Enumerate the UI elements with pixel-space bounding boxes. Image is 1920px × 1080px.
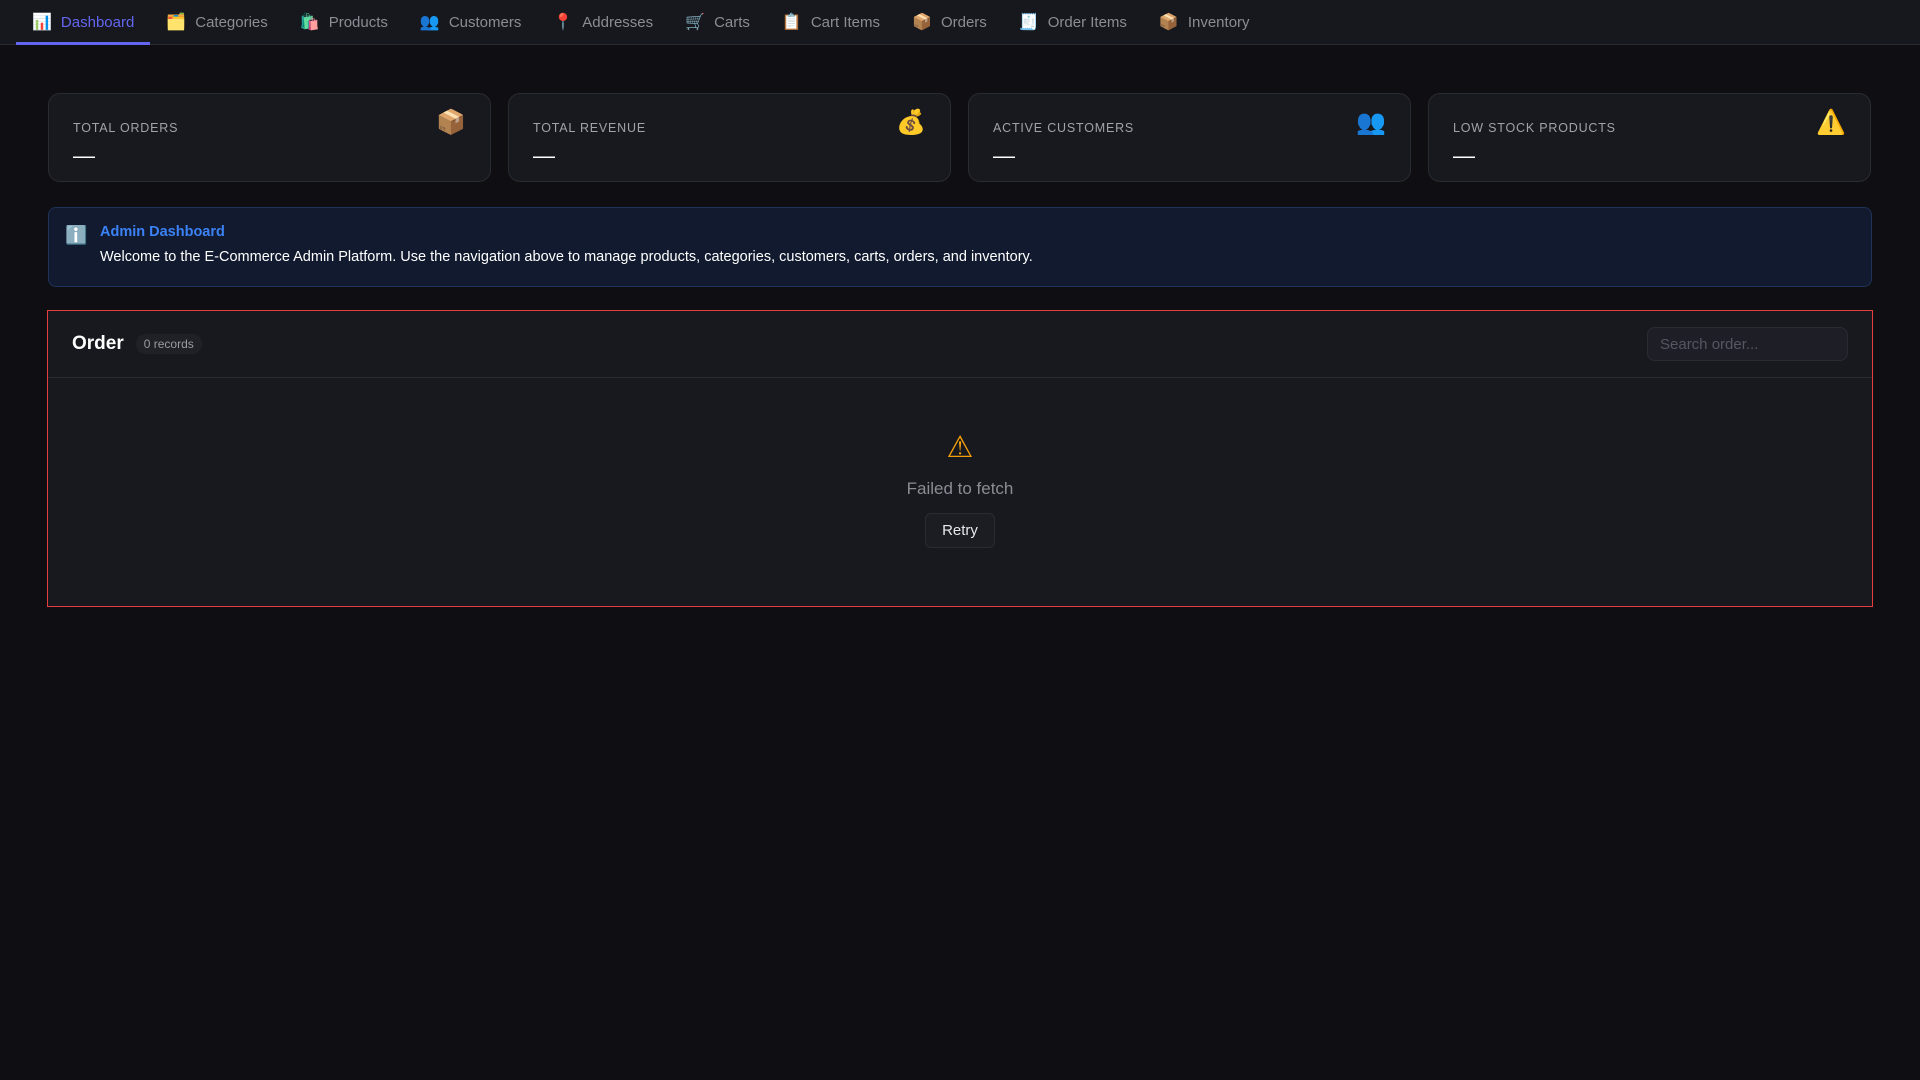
stat-card-low-stock-products: LOW STOCK PRODUCTS — ⚠️ bbox=[1428, 93, 1871, 182]
tab-label: Cart Items bbox=[810, 13, 881, 31]
stat-label: LOW STOCK PRODUCTS bbox=[1453, 121, 1616, 135]
stat-icon: 📦 bbox=[436, 109, 466, 136]
tab-label: Order Items bbox=[1047, 13, 1127, 31]
tab-icon: 👥 bbox=[419, 14, 440, 31]
tab-categories[interactable]: 🗂️ Categories bbox=[150, 0, 283, 44]
error-message: Failed to fetch bbox=[906, 479, 1014, 498]
tab-icon: 📋 bbox=[781, 14, 802, 31]
stat-value: — bbox=[993, 143, 1015, 168]
stat-label: ACTIVE CUSTOMERS bbox=[993, 121, 1135, 135]
tab-orders[interactable]: 📦 Orders bbox=[896, 0, 1003, 44]
tab-addresses[interactable]: 📍 Addresses bbox=[537, 0, 669, 44]
banner-text: Welcome to the E-Commerce Admin Platform… bbox=[100, 249, 1033, 265]
tab-icon: 📊 bbox=[32, 14, 52, 31]
top-nav: 📊 Dashboard 🗂️ Categories 🛍️ Products 👥 Custome… bbox=[0, 0, 1920, 45]
stat-icon: 👥 bbox=[1356, 109, 1386, 136]
tab-label: Orders bbox=[940, 13, 987, 31]
tab-inventory[interactable]: 📦 Inventory bbox=[1143, 0, 1266, 44]
tab-icon: 📦 bbox=[1158, 14, 1179, 31]
tab-icon: 🧾 bbox=[1018, 14, 1039, 31]
tab-label: Dashboard bbox=[60, 13, 135, 31]
tab-icon: 🗂️ bbox=[166, 14, 187, 31]
retry-button[interactable]: Retry bbox=[925, 513, 995, 548]
warning-icon: ⚠ bbox=[946, 431, 974, 464]
search-input[interactable] bbox=[1647, 327, 1848, 361]
tab-label: Customers bbox=[448, 13, 522, 31]
stat-card-total-revenue: TOTAL REVENUE — 💰 bbox=[508, 93, 951, 182]
tab-icon: 🛒 bbox=[685, 14, 706, 31]
tab-carts[interactable]: 🛒 Carts bbox=[669, 0, 766, 44]
panel-title: Order bbox=[72, 333, 124, 354]
stat-card-active-customers: ACTIVE CUSTOMERS — 👥 bbox=[968, 93, 1411, 182]
tab-label: Inventory bbox=[1187, 13, 1250, 31]
info-banner: ℹ️ Admin Dashboard Welcome to the E-Comm… bbox=[48, 207, 1872, 287]
stat-icon: ⚠️ bbox=[1816, 109, 1846, 136]
tab-label: Addresses bbox=[582, 13, 654, 31]
error-state: ⚠ Failed to fetch Retry bbox=[48, 378, 1872, 548]
records-badge: 0 records bbox=[135, 334, 202, 354]
tab-order-items[interactable]: 🧾 Order Items bbox=[1003, 0, 1143, 44]
panel-header: Order 0 records bbox=[48, 311, 1872, 378]
banner-title: Admin Dashboard bbox=[100, 224, 225, 240]
info-icon: ℹ️ bbox=[65, 225, 88, 245]
stat-icon: 💰 bbox=[896, 109, 926, 136]
stat-card-total-orders: TOTAL ORDERS — 📦 bbox=[48, 93, 491, 182]
stat-label: TOTAL REVENUE bbox=[533, 121, 646, 135]
tab-products[interactable]: 🛍️ Products bbox=[284, 0, 404, 44]
stat-value: — bbox=[533, 143, 555, 168]
stat-label: TOTAL ORDERS bbox=[73, 121, 179, 135]
tab-icon: 🛍️ bbox=[299, 14, 320, 31]
tab-icon: 📦 bbox=[912, 14, 932, 31]
tab-customers[interactable]: 👥 Customers bbox=[404, 0, 537, 44]
tab-dashboard[interactable]: 📊 Dashboard bbox=[16, 0, 151, 45]
stat-value: — bbox=[1453, 143, 1475, 168]
tab-cart-items[interactable]: 📋 Cart Items bbox=[766, 0, 896, 44]
stat-value: — bbox=[73, 143, 95, 168]
tab-label: Products bbox=[328, 13, 388, 31]
tab-label: Categories bbox=[195, 13, 268, 31]
tab-label: Carts bbox=[714, 13, 750, 31]
order-panel: Order 0 records ⚠ Failed to fetch Retry bbox=[47, 310, 1873, 607]
tab-icon: 📍 bbox=[553, 14, 574, 31]
